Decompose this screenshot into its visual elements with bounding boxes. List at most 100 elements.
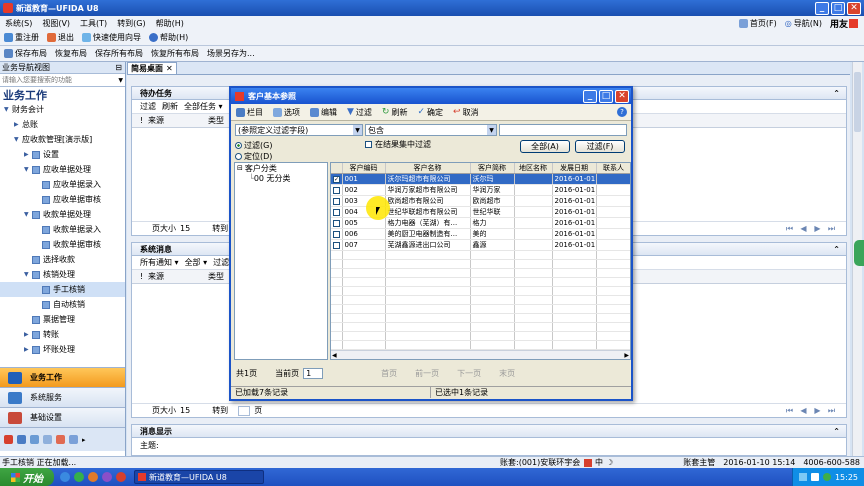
tree-arrow-icon[interactable]: ▼	[24, 211, 32, 218]
ql-browser-icon[interactable]	[74, 472, 84, 482]
unchecked-icon[interactable]	[333, 197, 340, 205]
sysmsg-prev-page-icon[interactable]: ◀	[799, 406, 808, 415]
filter-field-select[interactable]: (参照定义过滤字段) ▼	[235, 124, 363, 136]
dialog-maximize-button[interactable]: □	[599, 89, 613, 103]
function-search-input[interactable]	[0, 74, 114, 86]
quick-guide-button[interactable]: 快速使用向导	[78, 30, 145, 46]
ime-bar[interactable]: 中 ☽	[580, 457, 617, 468]
sidebar-item[interactable]: ▼ 核销处理	[0, 267, 125, 282]
tree-arrow-icon[interactable]: ▶	[24, 331, 32, 338]
show-all-button[interactable]: 全部(A)	[520, 140, 570, 153]
first-page-button[interactable]: 首页	[381, 368, 397, 379]
home-link[interactable]: 首页(F)	[738, 18, 777, 29]
todo-goto-button[interactable]: 转到	[212, 223, 228, 234]
tray-volume-icon[interactable]	[810, 473, 819, 481]
tree-collapse-icon[interactable]: ⊟	[237, 164, 243, 172]
unchecked-icon[interactable]	[333, 208, 340, 216]
col-name[interactable]: 客户名称	[385, 163, 471, 174]
tree-arrow-icon[interactable]: ▼	[24, 271, 32, 278]
table-row[interactable]: 002 华润万家超市有限公司 华润万家 2016-01-01	[331, 184, 630, 196]
next-page-button[interactable]: 下一页	[457, 368, 481, 379]
unchecked-icon[interactable]	[333, 241, 340, 249]
scroll-left-icon[interactable]: ◀	[332, 352, 337, 359]
menu-view[interactable]: 视图(V)	[37, 16, 75, 30]
tab-simple-desktop[interactable]: 简易桌面 ✕	[127, 62, 177, 74]
sidebar-item[interactable]: ▶ 总账	[0, 117, 125, 132]
tree-arrow-icon[interactable]: ▶	[24, 151, 32, 158]
nav-system-button[interactable]: 系统服务	[0, 387, 125, 407]
mini-red2-icon[interactable]	[56, 435, 65, 444]
help-button[interactable]: 帮助(H)	[145, 30, 192, 46]
col-contact[interactable]: 联系人	[596, 163, 630, 174]
filter-operator-dropdown-icon[interactable]: ▼	[487, 125, 496, 135]
taskbar-task-u8[interactable]: 新道教育—UFIDA U8	[134, 470, 264, 484]
edit-button[interactable]: 编辑	[305, 104, 342, 121]
sysmsg-goto-button[interactable]: 转到	[212, 405, 228, 416]
nav-basic-button[interactable]: 基础设置	[0, 407, 125, 427]
mini-grid-icon[interactable]	[30, 435, 39, 444]
radio-filter[interactable]: 过滤(G)	[235, 140, 272, 151]
sidebar-item[interactable]: ▼ 财务会计	[0, 102, 125, 117]
sysmsg-last-page-icon[interactable]: ⏭	[827, 406, 836, 415]
ql-record-icon[interactable]	[116, 472, 126, 482]
filter-field-dropdown-icon[interactable]: ▼	[353, 125, 362, 135]
mini-more-icon[interactable]: ▸	[82, 436, 86, 444]
tree-child[interactable]: └ 00 无分类	[235, 173, 327, 183]
exit-button[interactable]: 退出	[43, 30, 78, 46]
sysmsg-page-input[interactable]	[238, 405, 251, 416]
restore-layout-button[interactable]: 恢复布局	[51, 46, 91, 62]
sidebar-item[interactable]: 选择收款	[0, 252, 125, 267]
checked-icon[interactable]: ✓	[333, 175, 340, 183]
sidebar-item[interactable]: ▼ 应收单据处理	[0, 162, 125, 177]
collapse-icon[interactable]: ⌃	[833, 89, 840, 98]
col-region[interactable]: 地区名称	[514, 163, 553, 174]
sidebar-item[interactable]: 应收单据录入	[0, 177, 125, 192]
apply-filter-button[interactable]: 过滤(F)	[575, 140, 625, 153]
sysmsg-first-page-icon[interactable]: ⏮	[785, 406, 794, 415]
current-page-input[interactable]: 1	[303, 367, 324, 379]
search-dropdown-icon[interactable]: ▼	[118, 77, 123, 84]
last-page-button[interactable]: 末页	[499, 368, 515, 379]
mini-blue-icon[interactable]	[17, 435, 26, 444]
tree-arrow-icon[interactable]: ▶	[24, 346, 32, 353]
todo-filter-button[interactable]: 过滤	[140, 101, 156, 112]
todo-last-page-icon[interactable]: ⏭	[827, 224, 836, 233]
start-button[interactable]: 开始	[0, 468, 54, 486]
radio-locate[interactable]: 定位(D)	[235, 151, 272, 162]
todo-all-tasks-button[interactable]: 全部任务 ▾	[184, 101, 223, 112]
table-row[interactable]: ✓ 001 沃尔玛超市有限公司 沃尔玛 2016-01-01	[331, 173, 630, 185]
table-row[interactable]: 006 美的厨卫电器制造有... 美的 2016-01-01	[331, 228, 630, 240]
mini-red-icon[interactable]	[4, 435, 13, 444]
save-scene-as-button[interactable]: 场景另存为...	[203, 46, 259, 62]
sidebar-item[interactable]: ▶ 坏账处理	[0, 342, 125, 357]
tab-close-icon[interactable]: ✕	[166, 64, 173, 73]
filter-in-result-checkbox[interactable]: 在结果集中过滤	[365, 139, 431, 150]
dialog-minimize-button[interactable]: _	[583, 89, 597, 103]
tree-arrow-icon[interactable]: ▼	[4, 106, 12, 113]
row-checkbox-cell[interactable]	[331, 184, 343, 196]
row-checkbox-cell[interactable]	[331, 228, 343, 240]
todo-first-page-icon[interactable]: ⏮	[785, 224, 794, 233]
sidebar-item[interactable]: 收款单据录入	[0, 222, 125, 237]
table-hscrollbar[interactable]: ◀ ▶	[331, 350, 630, 359]
col-date[interactable]: 发展日期	[552, 163, 597, 174]
sysmsg-all-button[interactable]: 全部 ▾	[185, 257, 208, 268]
sidebar-item[interactable]: 收款单据审核	[0, 237, 125, 252]
row-checkbox-cell[interactable]	[331, 195, 343, 207]
side-tab-handle[interactable]	[854, 240, 864, 266]
tray-network-icon[interactable]	[798, 473, 807, 481]
dialog-help-icon[interactable]: ?	[617, 107, 627, 117]
msgshow-collapse-icon[interactable]: ⌃	[833, 427, 840, 436]
tree-arrow-icon[interactable]: ▼	[24, 166, 32, 173]
table-row[interactable]: 007 芜湖鑫源进出口公司 鑫源 2016-01-01	[331, 239, 630, 251]
todo-page-size-value[interactable]: 15	[180, 224, 190, 233]
restore-all-layouts-button[interactable]: 恢复所有布局	[147, 46, 203, 62]
scroll-thumb[interactable]	[854, 72, 861, 132]
relogin-button[interactable]: 重注册	[0, 30, 43, 46]
sidebar-item[interactable]: ▶ 设置	[0, 147, 125, 162]
unchecked-icon[interactable]	[333, 230, 340, 238]
tree-arrow-icon[interactable]: ▶	[14, 121, 22, 128]
sysmsg-filter-button[interactable]: 过滤	[213, 257, 229, 268]
nav-link[interactable]: ◎ 导航(N)	[785, 18, 822, 29]
filter-operator-select[interactable]: 包含 ▼	[365, 124, 497, 136]
